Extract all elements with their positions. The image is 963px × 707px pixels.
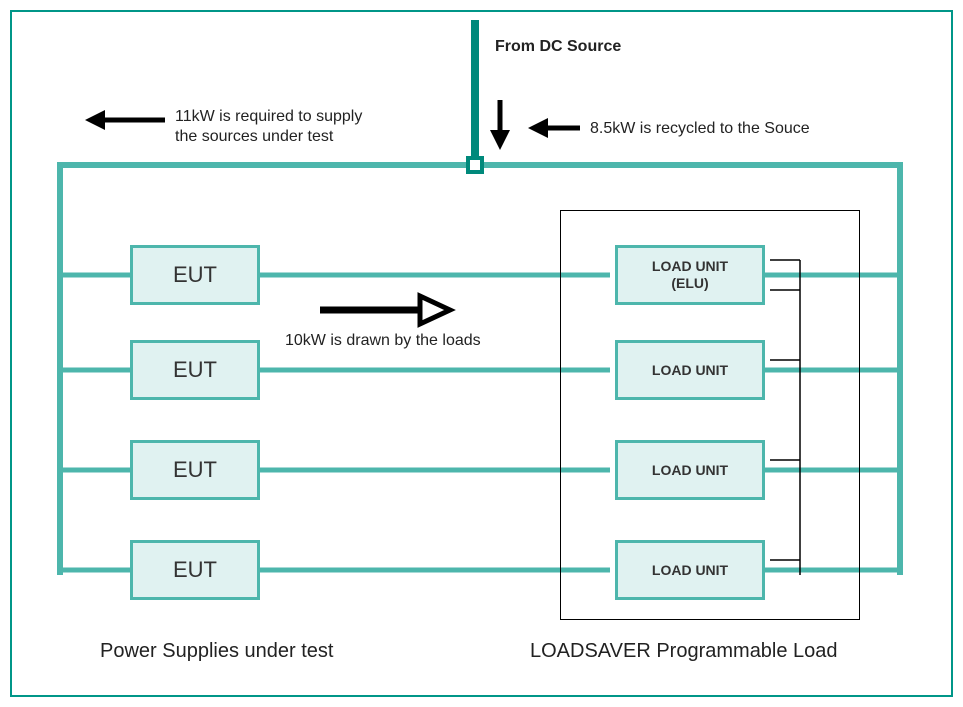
load-unit-label: LOAD UNIT <box>652 258 728 275</box>
load-unit-label: LOAD UNIT <box>652 462 728 479</box>
load-unit-2: LOAD UNIT <box>615 340 765 400</box>
eut-label: EUT <box>173 457 217 483</box>
load-unit-3: LOAD UNIT <box>615 440 765 500</box>
eut-box-1: EUT <box>130 245 260 305</box>
load-unit-sublabel: (ELU) <box>671 275 708 292</box>
load-unit-label: LOAD UNIT <box>652 362 728 379</box>
caption-right: LOADSAVER Programmable Load <box>530 640 838 663</box>
eut-box-2: EUT <box>130 340 260 400</box>
supply-note-line2: the sources under test <box>175 128 333 146</box>
eut-label: EUT <box>173 557 217 583</box>
junction-node <box>466 156 484 174</box>
caption-left: Power Supplies under test <box>100 640 333 663</box>
load-unit-label: LOAD UNIT <box>652 562 728 579</box>
eut-label: EUT <box>173 262 217 288</box>
load-unit-1: LOAD UNIT (ELU) <box>615 245 765 305</box>
eut-box-4: EUT <box>130 540 260 600</box>
recycle-note: 8.5kW is recycled to the Souce <box>590 120 810 138</box>
eut-label: EUT <box>173 357 217 383</box>
draw-note: 10kW is drawn by the loads <box>285 332 481 350</box>
supply-note-line1: 11kW is required to supply <box>175 108 362 126</box>
dc-source-label: From DC Source <box>495 38 621 56</box>
load-unit-4: LOAD UNIT <box>615 540 765 600</box>
eut-box-3: EUT <box>130 440 260 500</box>
